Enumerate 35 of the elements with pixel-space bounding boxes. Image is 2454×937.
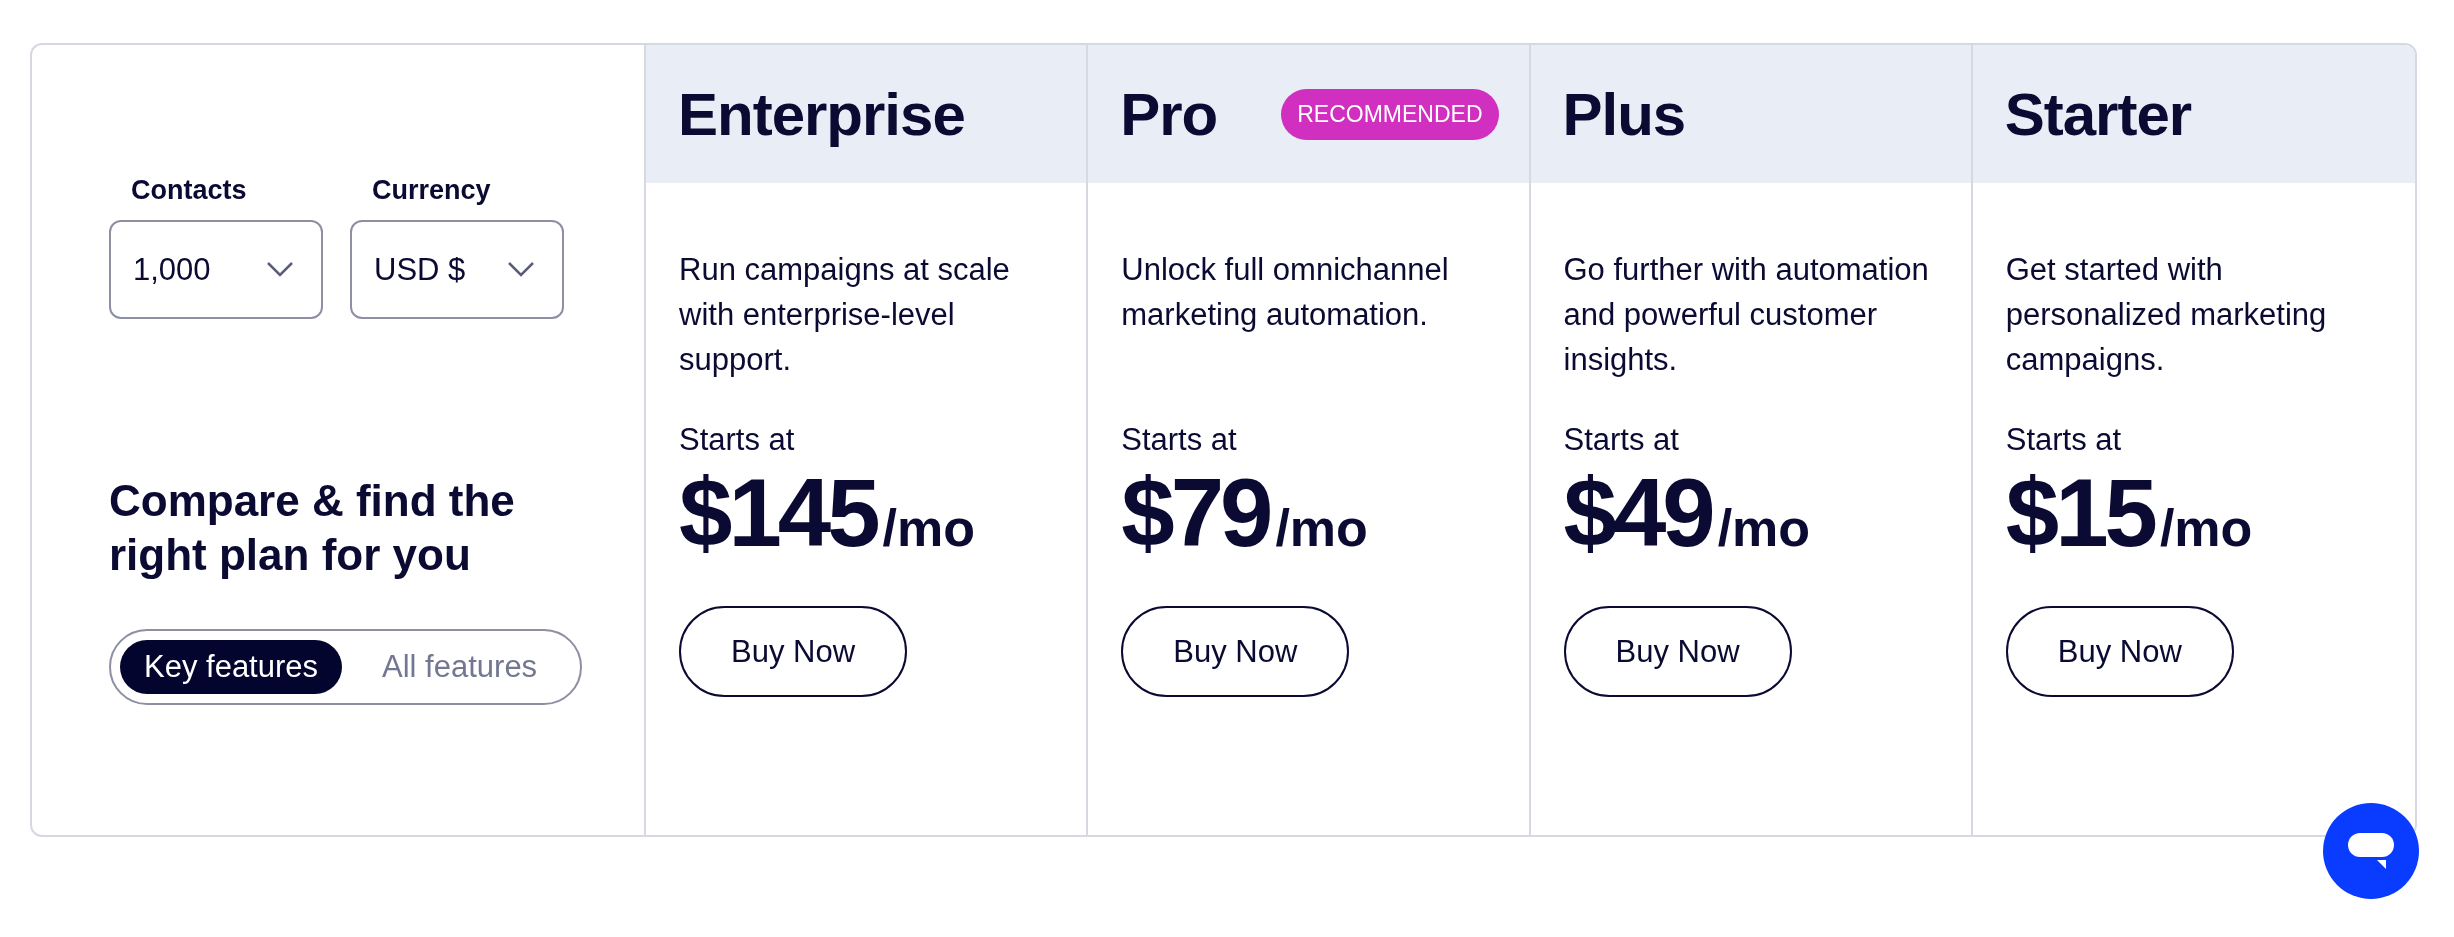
plan-description: Unlock full omnichannel marketing automation. bbox=[1121, 251, 1450, 334]
price-period: /mo bbox=[2159, 498, 2253, 558]
contacts-dropdown[interactable]: 1,000 bbox=[109, 220, 323, 319]
price-amount: $15 bbox=[2005, 458, 2154, 568]
currency-dropdown[interactable]: USD $ bbox=[350, 220, 564, 319]
section-heading: Compare & find the right plan for you bbox=[109, 475, 516, 581]
price-amount: $145 bbox=[679, 458, 877, 568]
filter-label: Contacts bbox=[131, 175, 248, 206]
recommended-badge: RECOMMENDED bbox=[1281, 88, 1499, 140]
price-period: /mo bbox=[882, 498, 975, 558]
plan-name: Pro bbox=[1120, 79, 1218, 149]
toggle-option[interactable]: Key features bbox=[120, 640, 343, 694]
starts-at-label: Starts at bbox=[1121, 422, 1238, 458]
plan-name: Enterprise bbox=[678, 79, 965, 149]
price-period: /mo bbox=[1275, 498, 1368, 558]
price-amount: $49 bbox=[1563, 458, 1712, 568]
toggle-option[interactable]: All features bbox=[358, 640, 562, 694]
plan-description: Go further with automation and powerful customer insights. bbox=[1563, 251, 1930, 379]
buy-now-button[interactable]: Buy Now bbox=[1121, 606, 1350, 697]
filter-label: Currency bbox=[372, 175, 492, 206]
buy-now-button[interactable]: Buy Now bbox=[679, 606, 907, 697]
buy-now-button[interactable]: Buy Now bbox=[1563, 606, 1792, 697]
plan-description: Get started with personalized marketing campaigns. bbox=[2005, 251, 2328, 379]
chat-icon bbox=[2348, 833, 2394, 869]
price-amount: $79 bbox=[1121, 458, 1270, 568]
chevron-down-icon bbox=[267, 262, 293, 277]
starts-at-label: Starts at bbox=[1563, 422, 1680, 458]
buy-now-button[interactable]: Buy Now bbox=[2005, 606, 2234, 697]
plan-name: Starter bbox=[2004, 79, 2192, 149]
starts-at-label: Starts at bbox=[679, 422, 796, 458]
price-period: /mo bbox=[1717, 498, 1811, 558]
starts-at-label: Starts at bbox=[2005, 422, 2123, 458]
plan-description: Run campaigns at scale with enterprise-level support. bbox=[679, 251, 1011, 379]
chevron-down-icon bbox=[508, 262, 534, 277]
plan-name: Plus bbox=[1562, 79, 1686, 149]
